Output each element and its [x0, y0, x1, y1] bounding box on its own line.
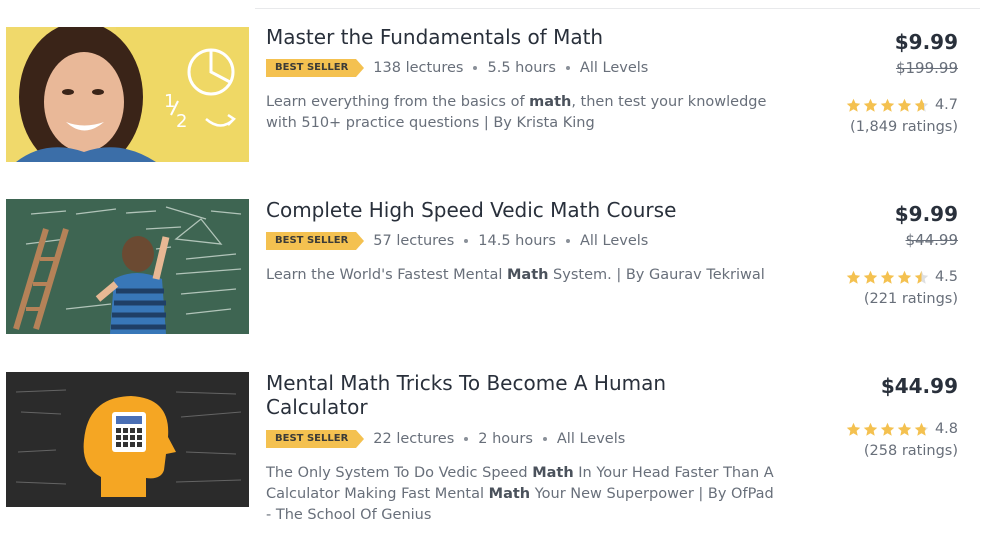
course-title[interactable]: Master the Fundamentals of Math	[266, 25, 786, 49]
course-description: Learn everything from the basics of math…	[266, 94, 767, 131]
separator-dot	[473, 66, 478, 70]
star-icon	[880, 98, 895, 112]
separator-dot	[565, 66, 570, 70]
star-icon	[914, 422, 929, 436]
lecture-count: 138 lectures	[373, 60, 464, 76]
top-divider	[255, 8, 980, 9]
course-title[interactable]: Complete High Speed Vedic Math Course	[266, 198, 786, 222]
rating-value: 4.7	[934, 97, 958, 113]
star-icon	[897, 98, 912, 112]
current-price: $9.99	[894, 30, 958, 54]
lecture-count: 22 lectures	[373, 431, 455, 447]
separator-dot	[565, 239, 570, 243]
bestseller-badge: BEST SELLER	[266, 59, 365, 77]
course-thumbnail[interactable]: 1 2	[6, 27, 249, 162]
star-icon	[897, 270, 912, 284]
lecture-count: 57 lectures	[373, 233, 455, 249]
course-meta: BEST SELLER 138 lectures 5.5 hours All L…	[266, 58, 786, 78]
star-rating	[844, 270, 929, 285]
course-hours: 14.5 hours	[478, 233, 556, 249]
course-hours: 2 hours	[478, 431, 533, 447]
star-icon	[863, 422, 878, 436]
star-rating	[844, 422, 929, 437]
course-title[interactable]: Mental Math Tricks To Become A Human Cal…	[266, 371, 706, 419]
course-level: All Levels	[579, 233, 649, 249]
rating-row: 4.7	[738, 95, 958, 115]
course-level: All Levels	[579, 60, 649, 76]
course-meta: BEST SELLER 22 lectures 2 hours All Leve…	[266, 429, 786, 449]
ratings-count: (1,849 ratings)	[850, 119, 958, 135]
course-thumbnail[interactable]	[6, 372, 249, 507]
star-rating	[844, 98, 929, 113]
star-icon	[897, 422, 912, 436]
course-hours: 5.5 hours	[487, 60, 556, 76]
course-thumbnail[interactable]	[6, 199, 249, 334]
ratings-count: (221 ratings)	[863, 291, 958, 307]
bestseller-badge: BEST SELLER	[266, 232, 365, 250]
original-price: $44.99	[905, 231, 959, 249]
star-icon	[846, 98, 861, 112]
original-price: $199.99	[895, 59, 958, 77]
star-icon	[863, 98, 878, 112]
current-price: $9.99	[894, 202, 958, 226]
rating-row: 4.8	[738, 419, 958, 439]
separator-dot	[464, 437, 469, 441]
separator-dot	[542, 437, 547, 441]
star-icon	[863, 270, 878, 284]
course-description: Learn the World's Fastest Mental Math Sy…	[266, 267, 765, 283]
separator-dot	[464, 239, 469, 243]
star-icon	[880, 422, 895, 436]
current-price: $44.99	[880, 374, 958, 398]
star-icon	[914, 270, 929, 284]
rating-value: 4.8	[934, 421, 958, 437]
course-level: All Levels	[556, 431, 626, 447]
star-icon	[880, 270, 895, 284]
rating-row: 4.5	[738, 267, 958, 287]
star-icon	[846, 422, 861, 436]
ratings-count: (258 ratings)	[863, 443, 958, 459]
svg-text:2: 2	[176, 111, 187, 132]
bestseller-badge: BEST SELLER	[266, 430, 365, 448]
course-meta: BEST SELLER 57 lectures 14.5 hours All L…	[266, 231, 786, 251]
star-icon	[914, 98, 929, 112]
star-icon	[846, 270, 861, 284]
rating-value: 4.5	[934, 269, 958, 285]
course-description: The Only System To Do Vedic Speed Math I…	[266, 465, 774, 523]
